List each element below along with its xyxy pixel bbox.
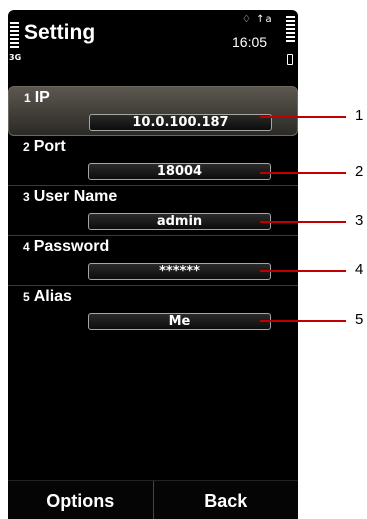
callout-number-4: 4: [355, 261, 364, 278]
back-softkey[interactable]: Back: [152, 481, 299, 519]
network-type-label: 3G: [9, 53, 22, 62]
setting-row-username[interactable]: 3 User Name admin: [8, 186, 298, 236]
status-bar: 3G Setting ♢ ↑a 16:05: [8, 10, 298, 90]
setting-row-alias[interactable]: 5 Alias Me: [8, 286, 298, 336]
username-field[interactable]: admin: [88, 213, 271, 230]
softkey-bar: Options Back: [8, 480, 298, 519]
callout-line-4: [260, 270, 346, 272]
setting-label: 2 Port: [23, 138, 66, 155]
callout-number-3: 3: [355, 212, 364, 229]
callout-line-2: [260, 172, 346, 174]
setting-label: 5 Alias: [23, 288, 72, 305]
callout-line-3: [260, 221, 346, 223]
settings-list: 1 IP 10.0.100.187 2 Port 18004 3 User Name …: [8, 86, 298, 336]
battery-level-icon: [286, 16, 295, 44]
setting-row-password[interactable]: 4 Password ******: [8, 236, 298, 286]
callout-number-1: 1: [355, 107, 364, 124]
clock: 16:05: [232, 34, 268, 50]
setting-label: 3 User Name: [23, 188, 118, 205]
battery-icon: [287, 54, 293, 65]
callout-line-1: [260, 116, 346, 118]
page-title: Setting: [24, 21, 96, 44]
setting-row-ip[interactable]: 1 IP 10.0.100.187: [8, 86, 298, 136]
signal-strength-icon: [10, 22, 19, 50]
ip-field[interactable]: 10.0.100.187: [89, 114, 272, 131]
status-indicator-icons: ♢ ↑a: [242, 14, 273, 25]
callout-number-2: 2: [355, 163, 364, 180]
options-softkey[interactable]: Options: [8, 481, 153, 519]
setting-label: 4 Password: [23, 238, 110, 255]
port-field[interactable]: 18004: [88, 163, 271, 180]
alias-field[interactable]: Me: [88, 313, 271, 330]
callout-line-5: [260, 320, 346, 322]
setting-row-port[interactable]: 2 Port 18004: [8, 136, 298, 186]
phone-screen: 3G Setting ♢ ↑a 16:05 1 IP 10.0.100.187 2…: [8, 10, 298, 519]
setting-label: 1 IP: [24, 89, 50, 106]
callout-number-5: 5: [355, 311, 364, 328]
password-field[interactable]: ******: [88, 263, 271, 280]
